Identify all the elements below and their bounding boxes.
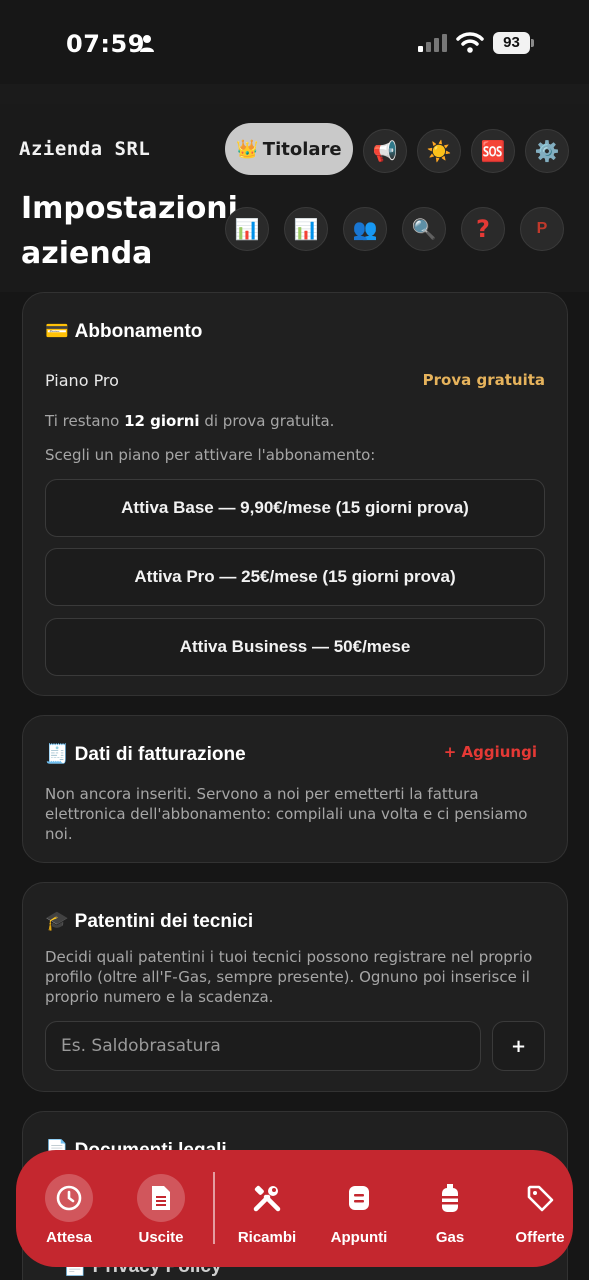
activate-pro-button[interactable]: Attiva Pro — 25€/mese (15 giorni prova) — [45, 548, 545, 606]
nav-item-attesa[interactable]: Attesa — [41, 1150, 97, 1267]
settings-button[interactable]: ⚙️ — [525, 129, 569, 173]
billing-description: Non ancora inseriti. Servono a noi per e… — [45, 785, 528, 843]
sos-button[interactable]: 🆘 — [471, 129, 515, 173]
crown-icon: 👑 — [236, 138, 259, 160]
receipt-icon: 🧾 — [45, 744, 69, 765]
profile-p-icon: P — [536, 220, 548, 237]
chart-icon: 📊 — [234, 217, 260, 241]
licenses-card: 🎓 Patentini dei tecnici Decidi quali pate… — [22, 882, 568, 1092]
credit-card-icon: 💳 — [45, 321, 69, 342]
nav-separator — [213, 1172, 215, 1244]
nav-item-uscite[interactable]: Uscite — [133, 1150, 189, 1267]
stats-button[interactable]: 📊 — [225, 207, 269, 251]
nav-item-ricambi[interactable]: Ricambi — [236, 1150, 298, 1267]
nav-label-ricambi: Ricambi — [237, 1229, 297, 1246]
chart-icon: 📊 — [293, 217, 319, 241]
role-button[interactable]: 👑 Titolare — [225, 123, 353, 175]
search-button[interactable]: 🔍 — [402, 207, 446, 251]
tag-icon — [516, 1174, 564, 1222]
document-icon — [137, 1174, 185, 1222]
megaphone-icon: 📢 — [372, 139, 398, 163]
company-name: Azienda SRL — [19, 138, 151, 160]
licenses-title: 🎓 Patentini dei tecnici — [45, 911, 254, 932]
nav-label-uscite: Uscite — [138, 1229, 184, 1246]
battery-indicator: 93 — [493, 32, 535, 54]
nav-label-offerte: Offerte — [515, 1229, 565, 1246]
nav-label-gas: Gas — [435, 1229, 465, 1246]
choose-plan-text: Scegli un piano per attivare l'abbonamen… — [45, 446, 376, 464]
notes-icon — [335, 1174, 383, 1222]
subscription-title: 💳 Abbonamento — [45, 321, 203, 342]
search-icon: 🔍 — [411, 217, 437, 241]
subscription-card: 💳 Abbonamento Piano Pro Prova gratuita Ti… — [22, 292, 568, 696]
status-bar: 07:59 93 — [0, 0, 589, 84]
profile-button[interactable]: P — [520, 207, 564, 251]
help-button[interactable]: ? — [461, 207, 505, 251]
page-title: Impostazioni azienda — [21, 191, 238, 271]
reports-button[interactable]: 📊 — [284, 207, 328, 251]
nav-item-offerte[interactable]: Offerte — [510, 1150, 570, 1267]
trial-days: 12 giorni — [124, 412, 200, 430]
team-button[interactable]: 👥 — [343, 207, 387, 251]
help-icon: ? — [476, 215, 490, 243]
nav-label-appunti: Appunti — [330, 1229, 388, 1246]
wifi-icon — [456, 32, 484, 53]
nav-label-attesa: Attesa — [46, 1229, 92, 1246]
tools-icon — [243, 1174, 291, 1222]
signal-icon — [418, 34, 447, 52]
role-label: Titolare — [262, 138, 342, 160]
add-billing-link[interactable]: + Aggiungi — [444, 743, 537, 761]
users-icon: 👥 — [352, 217, 378, 241]
theme-toggle-button[interactable]: ☀️ — [417, 129, 461, 173]
plan-name: Piano Pro — [45, 371, 119, 390]
add-license-button[interactable]: + — [492, 1021, 545, 1071]
activate-business-button[interactable]: Attiva Business — 50€/mese — [45, 618, 545, 676]
status-time: 07:59 — [66, 30, 145, 58]
plan-row: Piano Pro Prova gratuita — [45, 371, 545, 390]
nav-item-appunti[interactable]: Appunti — [328, 1150, 390, 1267]
announcements-button[interactable]: 📢 — [363, 129, 407, 173]
license-name-input[interactable] — [45, 1021, 481, 1071]
bottom-navigation: Attesa Uscite Ricambi Appunti Gas Offert… — [16, 1150, 573, 1267]
battery-level: 93 — [493, 32, 530, 54]
gas-cylinder-icon — [426, 1174, 474, 1222]
app-header: Azienda SRL 👑 Titolare 📢 ☀️ 🆘 ⚙️ Imposta… — [0, 104, 589, 292]
settings-content[interactable]: 💳 Abbonamento Piano Pro Prova gratuita Ti… — [0, 292, 589, 1280]
graduation-cap-icon: 🎓 — [45, 911, 69, 932]
nav-item-gas[interactable]: Gas — [420, 1150, 480, 1267]
billing-title: 🧾 Dati di fatturazione — [45, 744, 246, 765]
person-icon — [140, 35, 154, 52]
gear-icon: ⚙️ — [534, 139, 560, 163]
billing-card: 🧾 Dati di fatturazione + Aggiungi Non anc… — [22, 715, 568, 863]
clock-icon — [45, 1174, 93, 1222]
sos-icon: 🆘 — [480, 139, 506, 163]
trial-remaining-text: Ti restano 12 giorni di prova gratuita. — [45, 412, 335, 430]
activate-base-button[interactable]: Attiva Base — 9,90€/mese (15 giorni prov… — [45, 479, 545, 537]
plan-status-badge: Prova gratuita — [422, 371, 545, 389]
licenses-description: Decidi quali patentini i tuoi tecnici po… — [45, 948, 533, 1006]
sun-icon: ☀️ — [426, 139, 452, 163]
header-spacer — [0, 84, 589, 104]
